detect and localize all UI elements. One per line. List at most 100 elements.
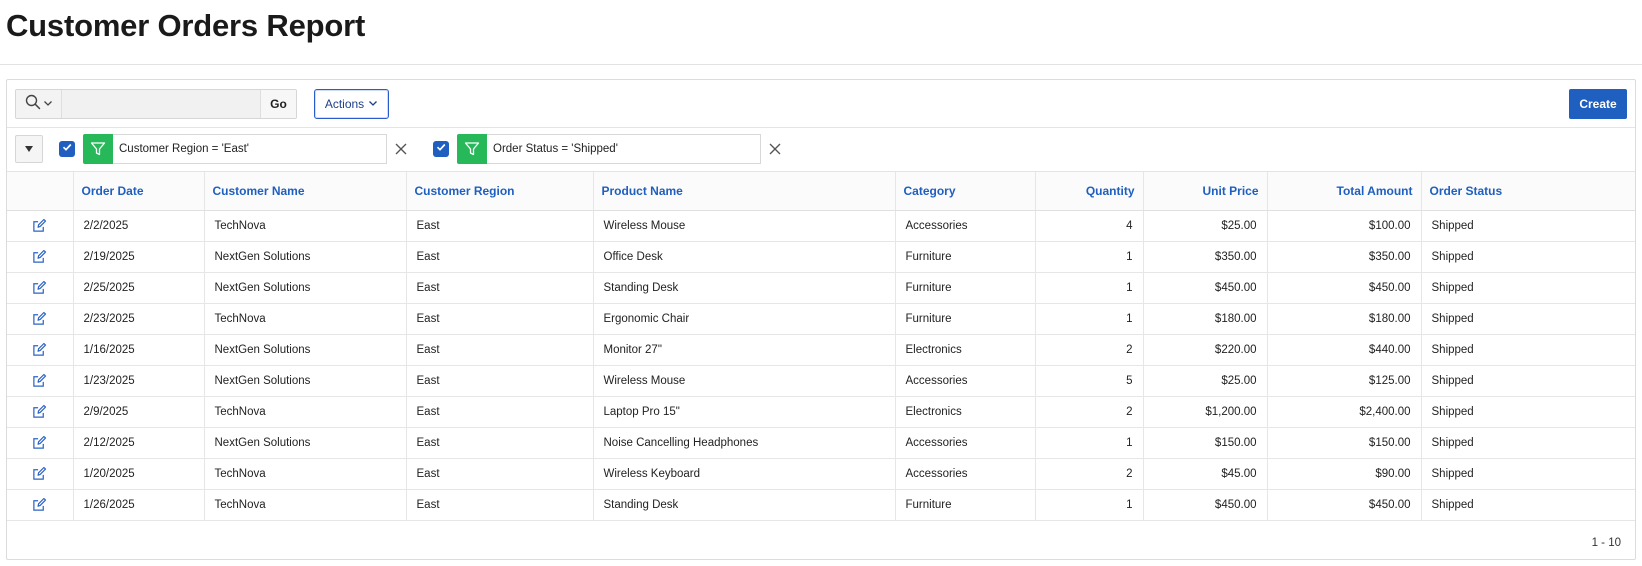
edit-cell <box>7 365 74 397</box>
column-header-unit-price[interactable]: Unit Price <box>1143 172 1268 211</box>
cell-order-status: Shipped <box>1421 303 1635 335</box>
edit-cell <box>7 396 74 428</box>
close-icon[interactable] <box>393 141 409 157</box>
actions-label: Actions <box>324 97 365 111</box>
checkmark-icon <box>435 140 447 158</box>
cell-order-date: 2/25/2025 <box>73 272 205 304</box>
table-row: 2/9/2025 TechNova East Laptop Pro 15" Electr… <box>7 396 1635 428</box>
create-button[interactable]: Create <box>1569 89 1627 119</box>
interactive-report-region: Go Actions Create Customer Region = 'Eas… <box>6 79 1636 560</box>
cell-product-name: Laptop Pro 15" <box>593 396 896 428</box>
cell-order-status: Shipped <box>1421 489 1635 521</box>
cell-total-amount: $350.00 <box>1267 241 1422 273</box>
report-toolbar: Go Actions Create <box>7 80 1635 128</box>
cell-unit-price: $450.00 <box>1143 489 1268 521</box>
table-row: 2/12/2025 NextGen Solutions East Noise Canc… <box>7 427 1635 459</box>
checkmark-icon <box>61 140 73 158</box>
cell-unit-price: $150.00 <box>1143 427 1268 459</box>
cell-total-amount: $440.00 <box>1267 334 1422 366</box>
cell-quantity: 1 <box>1035 241 1144 273</box>
search-input[interactable] <box>62 90 260 118</box>
column-header-quantity[interactable]: Quantity <box>1035 172 1144 211</box>
column-header-product-name[interactable]: Product Name <box>593 172 896 211</box>
filter-chip-region: Customer Region = 'East' <box>59 134 387 164</box>
cell-quantity: 2 <box>1035 458 1144 490</box>
edit-cell <box>7 458 74 490</box>
cell-category: Accessories <box>895 458 1036 490</box>
cell-customer-name: TechNova <box>204 303 407 335</box>
edit-cell <box>7 241 74 273</box>
cell-unit-price: $45.00 <box>1143 458 1268 490</box>
cell-unit-price: $180.00 <box>1143 303 1268 335</box>
filter-enable-checkbox[interactable] <box>433 141 449 157</box>
cell-unit-price: $25.00 <box>1143 365 1268 397</box>
edit-pencil-icon[interactable] <box>32 373 47 388</box>
filter-funnel-icon <box>457 134 487 164</box>
cell-quantity: 2 <box>1035 334 1144 366</box>
cell-order-status: Shipped <box>1421 427 1635 459</box>
close-icon[interactable] <box>767 141 783 157</box>
filter-label[interactable]: Customer Region = 'East' <box>113 134 387 164</box>
cell-category: Electronics <box>895 396 1036 428</box>
caret-down-icon <box>24 140 34 158</box>
column-header-customer-name[interactable]: Customer Name <box>204 172 407 211</box>
edit-cell <box>7 334 74 366</box>
edit-pencil-icon[interactable] <box>32 466 47 481</box>
cell-order-status: Shipped <box>1421 396 1635 428</box>
cell-total-amount: $2,400.00 <box>1267 396 1422 428</box>
cell-order-date: 2/12/2025 <box>73 427 205 459</box>
cell-category: Accessories <box>895 427 1036 459</box>
cell-customer-name: TechNova <box>204 396 407 428</box>
edit-pencil-icon[interactable] <box>32 311 47 326</box>
cell-order-date: 1/16/2025 <box>73 334 205 366</box>
go-button[interactable]: Go <box>260 90 296 118</box>
table-row: 2/2/2025 TechNova East Wireless Mouse Access… <box>7 210 1635 242</box>
cell-customer-region: East <box>406 458 594 490</box>
column-header-edit <box>7 172 74 211</box>
actions-menu-button[interactable]: Actions <box>314 89 389 119</box>
cell-category: Furniture <box>895 241 1036 273</box>
edit-cell <box>7 272 74 304</box>
cell-total-amount: $450.00 <box>1267 272 1422 304</box>
cell-customer-name: NextGen Solutions <box>204 241 407 273</box>
filter-enable-checkbox[interactable] <box>59 141 75 157</box>
pagination-range: 1 - 10 <box>1591 537 1621 549</box>
cell-unit-price: $350.00 <box>1143 241 1268 273</box>
filter-label[interactable]: Order Status = 'Shipped' <box>487 134 761 164</box>
cell-quantity: 1 <box>1035 489 1144 521</box>
table-header-row: Order Date Customer Name Customer Region… <box>7 172 1635 211</box>
cell-order-date: 1/23/2025 <box>73 365 205 397</box>
cell-quantity: 2 <box>1035 396 1144 428</box>
cell-customer-name: TechNova <box>204 210 407 242</box>
cell-customer-name: NextGen Solutions <box>204 427 407 459</box>
column-header-total-amount[interactable]: Total Amount <box>1267 172 1422 211</box>
column-header-order-status[interactable]: Order Status <box>1421 172 1635 211</box>
table-row: 2/25/2025 NextGen Solutions East Standing D… <box>7 272 1635 304</box>
cell-total-amount: $100.00 <box>1267 210 1422 242</box>
cell-customer-region: East <box>406 272 594 304</box>
cell-product-name: Wireless Mouse <box>593 210 896 242</box>
edit-pencil-icon[interactable] <box>32 404 47 419</box>
title-divider <box>0 64 1642 65</box>
column-header-customer-region[interactable]: Customer Region <box>406 172 594 211</box>
edit-pencil-icon[interactable] <box>32 435 47 450</box>
edit-pencil-icon[interactable] <box>32 342 47 357</box>
cell-total-amount: $90.00 <box>1267 458 1422 490</box>
cell-product-name: Noise Cancelling Headphones <box>593 427 896 459</box>
column-header-category[interactable]: Category <box>895 172 1036 211</box>
cell-category: Electronics <box>895 334 1036 366</box>
cell-customer-region: East <box>406 210 594 242</box>
edit-pencil-icon[interactable] <box>32 280 47 295</box>
search-column-selector[interactable] <box>16 90 62 118</box>
cell-order-date: 2/2/2025 <box>73 210 205 242</box>
edit-pencil-icon[interactable] <box>32 497 47 512</box>
cell-product-name: Monitor 27" <box>593 334 896 366</box>
edit-pencil-icon[interactable] <box>32 249 47 264</box>
edit-pencil-icon[interactable] <box>32 218 47 233</box>
filter-collapse-toggle[interactable] <box>15 135 43 163</box>
cell-order-status: Shipped <box>1421 334 1635 366</box>
filter-bar: Customer Region = 'East' Order Status = … <box>7 128 1635 172</box>
cell-order-status: Shipped <box>1421 365 1635 397</box>
column-header-order-date[interactable]: Order Date <box>73 172 205 211</box>
table-row: 1/20/2025 TechNova East Wireless Keyboard Ac… <box>7 458 1635 490</box>
